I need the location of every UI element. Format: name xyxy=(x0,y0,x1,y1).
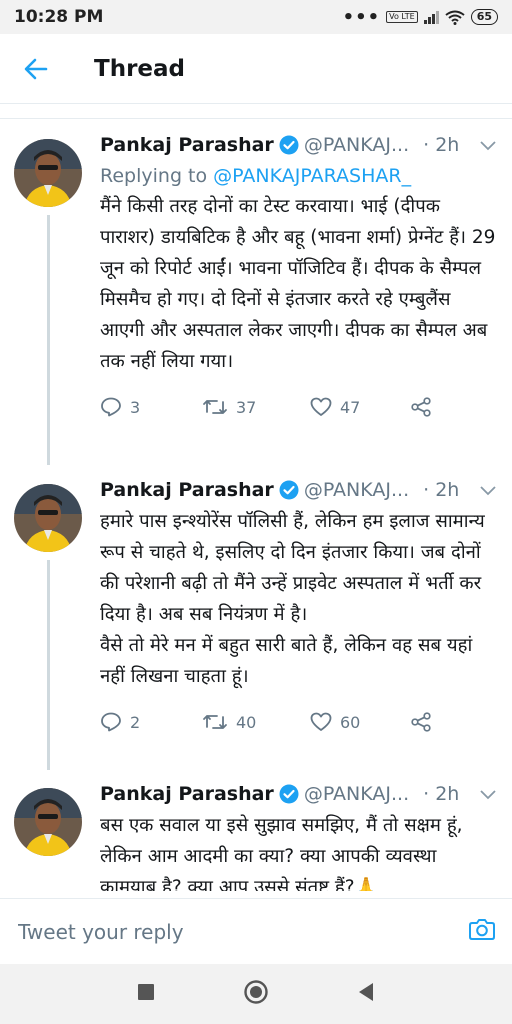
chevron-down-icon[interactable] xyxy=(480,134,496,156)
tweet-header: Pankaj Parashar @PANKAJ... · 2h xyxy=(100,778,498,810)
status-bar: 10:28 PM ••• Vo LTE 65 xyxy=(0,0,512,34)
reply-input[interactable] xyxy=(16,918,440,945)
reply-count: 2 xyxy=(130,712,141,732)
camera-icon[interactable] xyxy=(468,915,496,947)
thread-connector xyxy=(47,560,50,770)
retweet-button[interactable]: 37 xyxy=(202,397,310,417)
back-triangle-icon[interactable] xyxy=(357,982,375,1006)
retweet-icon xyxy=(203,715,227,729)
like-count: 47 xyxy=(340,397,361,417)
tweet-paragraph: हमारे पास इन्श्योरेंस पॉलिसी हैं, लेकिन … xyxy=(100,511,485,625)
system-icons: ••• Vo LTE 65 xyxy=(343,7,498,28)
verified-badge-icon xyxy=(279,480,299,500)
top-app-bar: Thread xyxy=(0,34,512,104)
tweet-paragraph: वैसे तो मेरे मन में बहुत सारी बाते हैं, … xyxy=(100,635,473,687)
volte-badge: Vo LTE xyxy=(386,11,418,23)
battery-icon: 65 xyxy=(470,9,498,25)
tweet-time: · 2h xyxy=(423,134,460,156)
reply-count: 3 xyxy=(130,397,141,417)
tweet[interactable]: Pankaj Parashar @PANKAJ... · 2h बस एक सव… xyxy=(0,768,512,891)
chevron-down-icon[interactable] xyxy=(480,783,496,805)
signal-icon xyxy=(423,10,439,24)
replying-to: Replying to @PANKAJPARASHAR_ xyxy=(100,161,498,191)
avatar[interactable] xyxy=(14,484,82,552)
tweet-header: Pankaj Parashar @PANKAJ... · 2h xyxy=(100,129,498,161)
page-title: Thread xyxy=(94,55,185,82)
reply-icon xyxy=(101,397,121,417)
author-handle[interactable]: @PANKAJ... xyxy=(304,134,409,156)
retweet-count: 40 xyxy=(236,712,257,732)
tweet-time: · 2h xyxy=(423,783,460,805)
like-count: 60 xyxy=(340,712,361,732)
like-button[interactable]: 47 xyxy=(310,397,410,417)
heart-icon xyxy=(310,712,332,731)
system-nav-bar xyxy=(0,964,512,1024)
author-name[interactable]: Pankaj Parashar xyxy=(100,134,274,156)
chevron-down-icon[interactable] xyxy=(480,479,496,501)
tweet[interactable]: Pankaj Parashar @PANKAJ... · 2h हमारे पा… xyxy=(0,464,512,770)
tweet-time: · 2h xyxy=(423,479,460,501)
reply-button[interactable]: 2 xyxy=(100,712,202,732)
reply-composer xyxy=(0,898,512,964)
tweet-header: Pankaj Parashar @PANKAJ... · 2h xyxy=(100,474,498,506)
retweet-button[interactable]: 40 xyxy=(202,712,310,732)
avatar[interactable] xyxy=(14,139,82,207)
share-icon xyxy=(411,397,431,417)
author-name[interactable]: Pankaj Parashar xyxy=(100,479,274,501)
tweet-paragraph: मैंने किसी तरह दोनों का टेस्ट करवाया। भा… xyxy=(100,196,496,372)
thread-connector xyxy=(47,215,50,465)
author-handle[interactable]: @PANKAJ... xyxy=(304,479,409,501)
status-time: 10:28 PM xyxy=(14,7,104,27)
retweet-count: 37 xyxy=(236,397,257,417)
tweet-text: मैंने किसी तरह दोनों का टेस्ट करवाया। भा… xyxy=(100,191,498,377)
author-handle[interactable]: @PANKAJ... xyxy=(304,783,409,805)
tweet-actions: 2 40 60 xyxy=(100,702,498,742)
verified-badge-icon xyxy=(279,135,299,155)
reply-icon xyxy=(101,712,121,732)
tweet-paragraph: बस एक सवाल या इसे सुझाव समझिए, मैं तो सक… xyxy=(100,815,463,891)
tweet-text: बस एक सवाल या इसे सुझाव समझिए, मैं तो सक… xyxy=(100,810,498,891)
wifi-icon xyxy=(445,10,465,25)
verified-badge-icon xyxy=(279,784,299,804)
share-button[interactable] xyxy=(410,712,432,732)
tweet-text: हमारे पास इन्श्योरेंस पॉलिसी हैं, लेकिन … xyxy=(100,506,498,692)
home-circle-icon[interactable] xyxy=(243,979,269,1009)
author-name[interactable]: Pankaj Parashar xyxy=(100,783,274,805)
avatar[interactable] xyxy=(14,788,82,856)
recents-square-icon[interactable] xyxy=(137,983,155,1005)
retweet-icon xyxy=(203,400,227,414)
reply-button[interactable]: 3 xyxy=(100,397,202,417)
thread-feed[interactable]: Pankaj Parashar @PANKAJ... · 2h Replying… xyxy=(0,118,512,891)
more-notifications-icon: ••• xyxy=(342,6,381,28)
share-button[interactable] xyxy=(410,397,432,417)
replying-handle-link[interactable]: @PANKAJPARASHAR_ xyxy=(213,165,411,187)
tweet-actions: 3 37 47 xyxy=(100,387,498,427)
heart-icon xyxy=(310,397,332,416)
replying-label: Replying to xyxy=(100,165,208,187)
like-button[interactable]: 60 xyxy=(310,712,410,732)
share-icon xyxy=(411,712,431,732)
tweet[interactable]: Pankaj Parashar @PANKAJ... · 2h Replying… xyxy=(0,119,512,465)
arrow-left-icon[interactable] xyxy=(14,47,58,91)
